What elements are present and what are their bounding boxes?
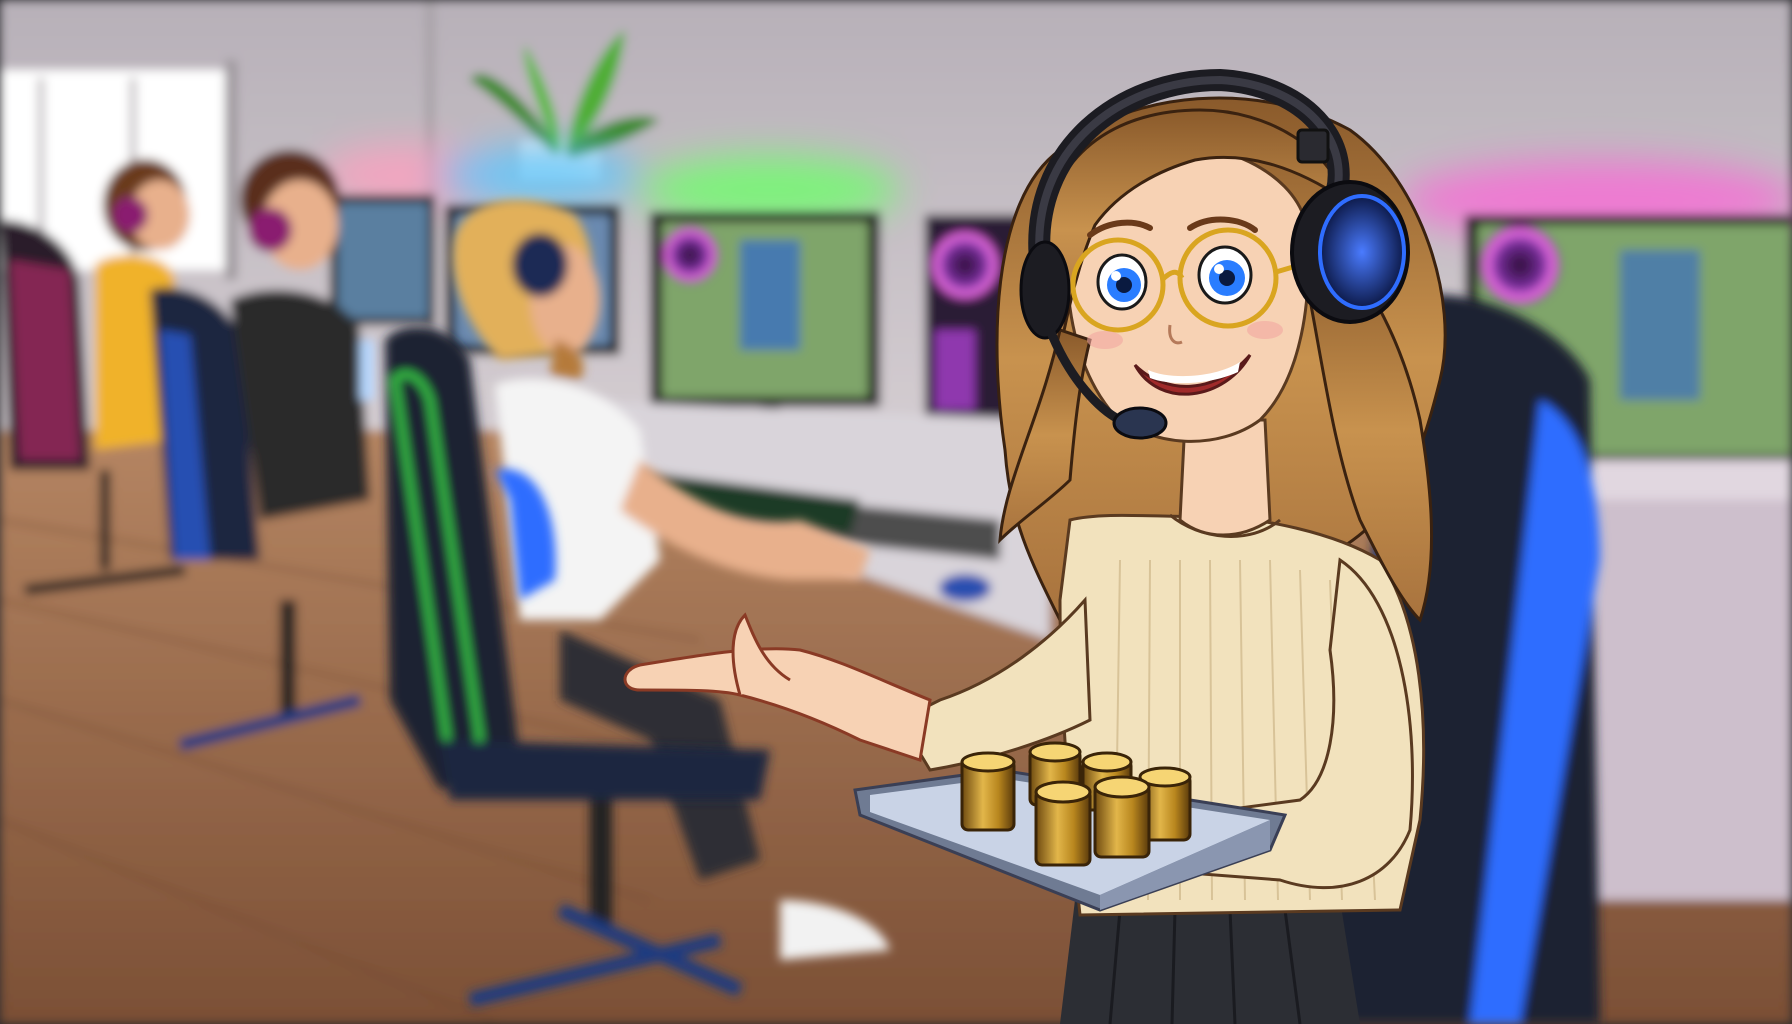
headset-icon: [512, 233, 568, 297]
skirt: [1060, 900, 1360, 1024]
illustration-canvas: [0, 0, 1792, 1024]
shot-glass: [1034, 780, 1092, 867]
shot-glass: [960, 751, 1016, 832]
monitor-left: [330, 195, 435, 325]
shot-glass: [1093, 775, 1151, 859]
gaming-room-illustration: [0, 0, 1792, 1024]
mouse: [939, 574, 991, 602]
water-bottle: [360, 340, 374, 400]
microphone-icon: [1112, 406, 1168, 440]
